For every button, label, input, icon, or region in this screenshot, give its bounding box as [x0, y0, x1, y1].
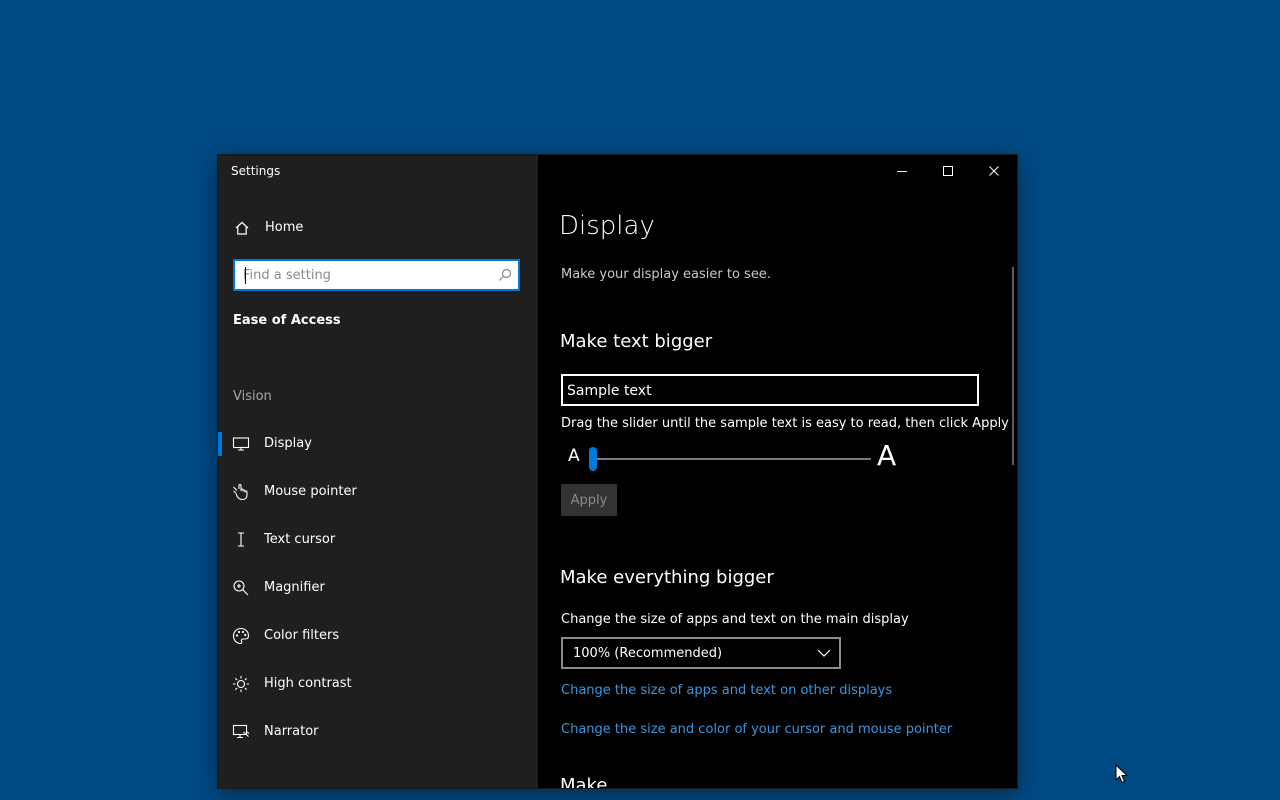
- sidebar-item-label: Display: [264, 436, 312, 451]
- sidebar-item-magnifier[interactable]: Magnifier: [218, 572, 538, 604]
- make-everything-bigger-heading: Make everything bigger: [560, 567, 774, 588]
- scale-value: 100% (Recommended): [573, 646, 723, 661]
- mouse-cursor-icon: [1115, 764, 1129, 784]
- page-subtitle: Make your display easier to see.: [561, 267, 771, 282]
- sidebar-item-color-filters[interactable]: Color filters: [218, 620, 538, 652]
- window-title: Settings: [231, 164, 281, 178]
- sidebar: Settings Home Ease of Access Vision Disp…: [218, 155, 538, 788]
- minimize-button[interactable]: [879, 155, 925, 187]
- content-pane: Display Make your display easier to see.…: [538, 155, 1017, 788]
- maximize-icon: [943, 166, 953, 176]
- small-a-label: A: [568, 446, 580, 466]
- maximize-button[interactable]: [925, 155, 971, 187]
- chevron-down-icon: [817, 649, 831, 657]
- color-filters-icon: [232, 627, 250, 645]
- high-contrast-icon: [233, 676, 249, 692]
- display-icon: [232, 437, 250, 451]
- sidebar-item-label: High contrast: [264, 676, 352, 691]
- sample-text: Sample text: [567, 383, 652, 399]
- vision-group-label: Vision: [233, 389, 272, 404]
- close-icon: [989, 166, 999, 176]
- narrator-icon: [232, 724, 250, 739]
- home-label: Home: [265, 220, 304, 235]
- minimize-icon: [897, 171, 907, 172]
- search-icon[interactable]: [498, 268, 512, 282]
- sidebar-item-label: Narrator: [264, 724, 319, 739]
- scrollbar[interactable]: [1012, 267, 1014, 465]
- home-link[interactable]: Home: [218, 215, 538, 241]
- other-displays-link[interactable]: Change the size of apps and text on othe…: [561, 683, 892, 698]
- search-box[interactable]: [233, 259, 520, 291]
- scale-dropdown[interactable]: 100% (Recommended): [561, 637, 841, 669]
- text-caret: [245, 267, 246, 284]
- sidebar-item-label: Color filters: [264, 628, 340, 643]
- sidebar-item-text-cursor[interactable]: Text cursor: [218, 524, 538, 556]
- text-cursor-icon: [238, 532, 244, 547]
- text-size-slider-track[interactable]: [593, 458, 871, 460]
- magnifier-icon: [233, 580, 249, 596]
- sample-text-box: Sample text: [561, 374, 979, 406]
- sidebar-item-high-contrast[interactable]: High contrast: [218, 668, 538, 700]
- make-text-bigger-heading: Make text bigger: [560, 331, 713, 352]
- scale-label: Change the size of apps and text on the …: [561, 612, 909, 627]
- category-heading: Ease of Access: [233, 313, 341, 328]
- apply-button[interactable]: Apply: [561, 484, 617, 516]
- page-title: Display: [559, 211, 655, 241]
- slider-hint: Drag the slider until the sample text is…: [561, 416, 1009, 431]
- close-button[interactable]: [971, 155, 1017, 187]
- sidebar-item-display[interactable]: Display: [218, 428, 538, 460]
- mouse-pointer-icon: [233, 483, 248, 501]
- text-size-slider-thumb[interactable]: [589, 447, 597, 471]
- sidebar-item-mouse-pointer[interactable]: Mouse pointer: [218, 476, 538, 508]
- settings-window: Settings Home Ease of Access Vision Disp…: [218, 155, 1017, 788]
- sidebar-item-narrator[interactable]: Narrator: [218, 716, 538, 748]
- large-a-label: A: [877, 439, 897, 472]
- search-input[interactable]: [243, 261, 488, 289]
- selection-indicator: [218, 432, 222, 456]
- sidebar-item-label: Magnifier: [264, 580, 325, 595]
- sidebar-item-label: Mouse pointer: [264, 484, 357, 499]
- cursor-size-link[interactable]: Change the size and color of your cursor…: [561, 722, 952, 737]
- sidebar-item-label: Text cursor: [264, 532, 336, 547]
- next-section-heading: Make ...: [560, 775, 631, 788]
- home-icon: [235, 221, 249, 235]
